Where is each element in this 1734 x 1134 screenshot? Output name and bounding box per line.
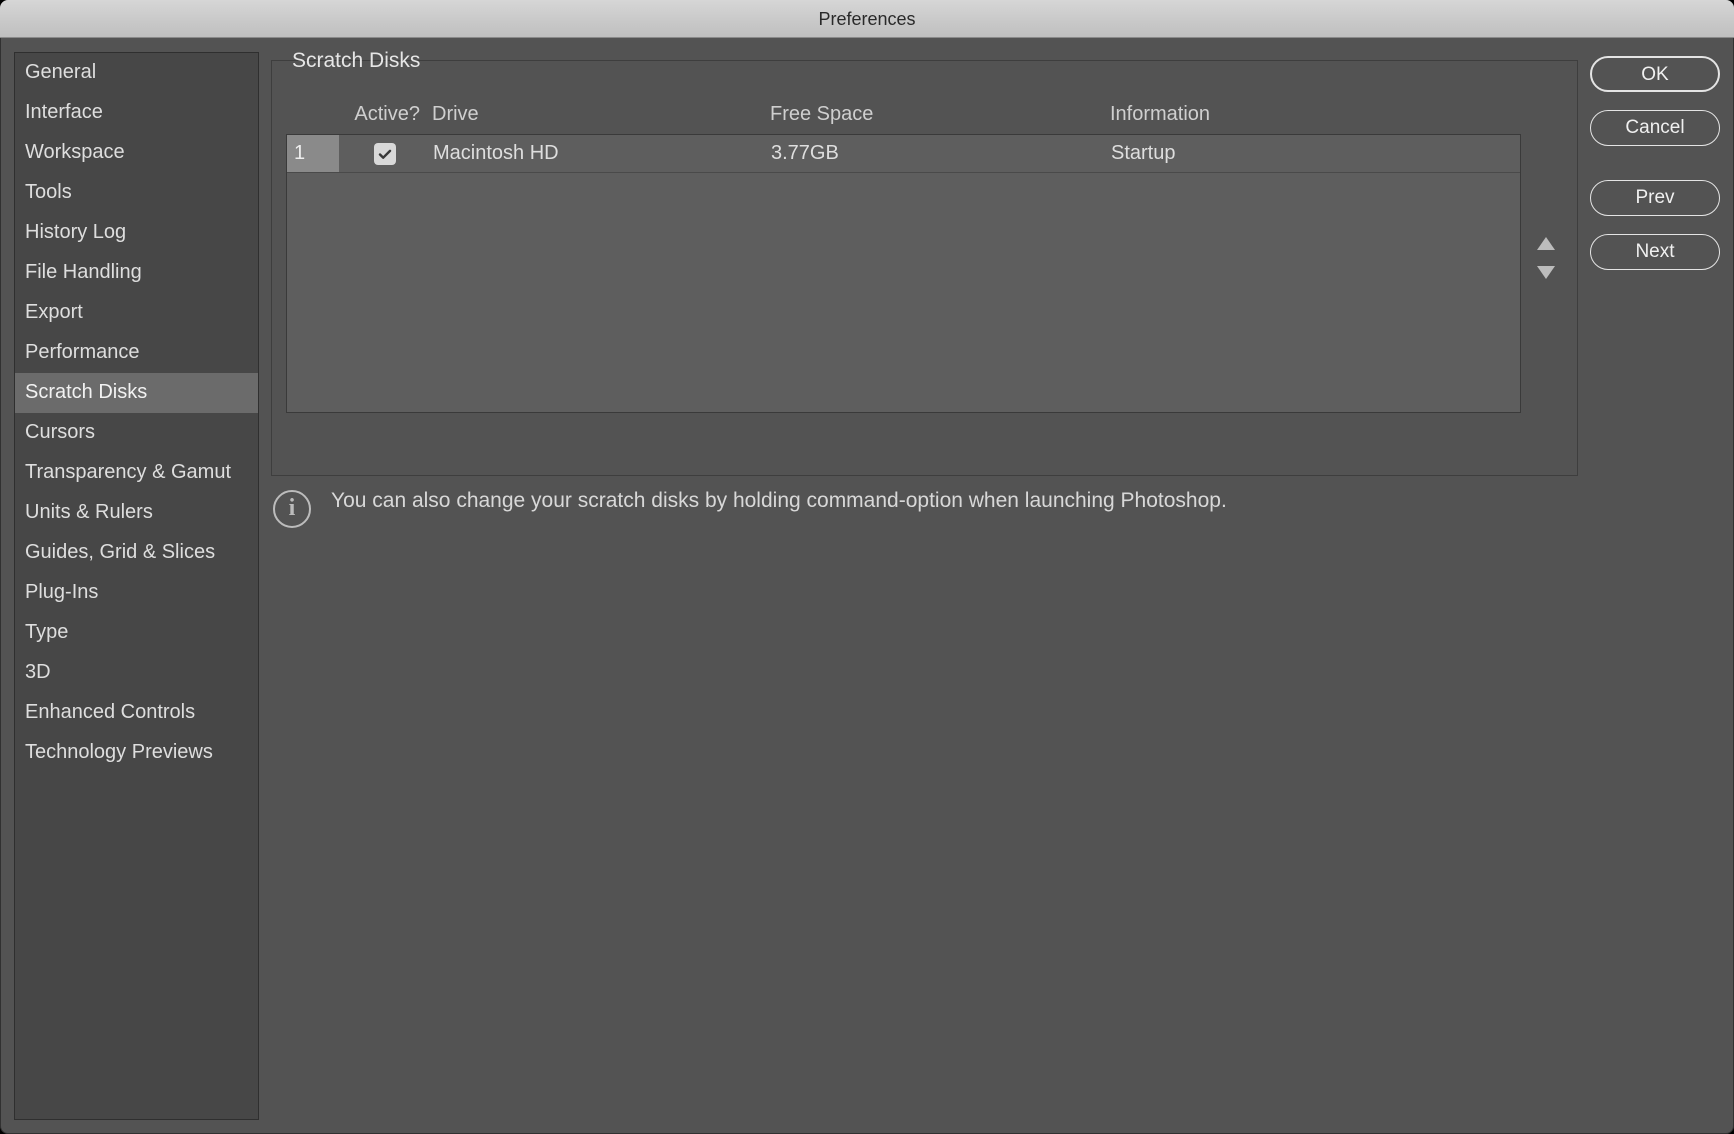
group-title: Scratch Disks	[286, 49, 426, 73]
prev-button[interactable]: Prev	[1590, 180, 1720, 216]
disks-table: Active? Drive Free Space Information 1 Ma…	[286, 103, 1521, 413]
col-header-active: Active?	[338, 103, 430, 126]
sidebar-item-interface[interactable]: Interface	[15, 93, 258, 133]
cancel-button[interactable]: Cancel	[1590, 110, 1720, 146]
sidebar-item-type[interactable]: Type	[15, 613, 258, 653]
disks-table-wrap: Active? Drive Free Space Information 1 Ma…	[286, 103, 1563, 413]
row-active-cell	[339, 143, 431, 165]
sidebar-item-scratch-disks[interactable]: Scratch Disks	[15, 373, 258, 413]
move-up-icon[interactable]	[1537, 237, 1555, 250]
sidebar-item-general[interactable]: General	[15, 53, 258, 93]
sidebar-item-transparency-gamut[interactable]: Transparency & Gamut	[15, 453, 258, 493]
scratch-disks-group: Scratch Disks Active? Drive Free Space I…	[271, 60, 1578, 476]
row-number: 1	[287, 135, 339, 172]
hint-text: You can also change your scratch disks b…	[331, 486, 1227, 515]
sidebar-item-plug-ins[interactable]: Plug-Ins	[15, 573, 258, 613]
col-header-drive: Drive	[430, 103, 770, 126]
active-checkbox[interactable]	[374, 143, 396, 165]
table-header: Active? Drive Free Space Information	[286, 103, 1521, 134]
content-area: GeneralInterfaceWorkspaceToolsHistory Lo…	[0, 38, 1734, 1134]
dialog-buttons: OK Cancel Prev Next	[1590, 52, 1720, 1120]
sidebar-item-enhanced-controls[interactable]: Enhanced Controls	[15, 693, 258, 733]
next-button[interactable]: Next	[1590, 234, 1720, 270]
sidebar-item-file-handling[interactable]: File Handling	[15, 253, 258, 293]
row-free-space: 3.77GB	[771, 142, 1111, 165]
sidebar-item-performance[interactable]: Performance	[15, 333, 258, 373]
col-header-num	[286, 103, 338, 126]
window-title: Preferences	[0, 0, 1734, 38]
info-icon: i	[273, 490, 311, 528]
reorder-arrows	[1529, 103, 1563, 413]
table-row[interactable]: 1 Macintosh HD3.77GBStartup	[287, 135, 1520, 173]
category-sidebar: GeneralInterfaceWorkspaceToolsHistory Lo…	[14, 52, 259, 1120]
row-information: Startup	[1111, 142, 1520, 165]
ok-button[interactable]: OK	[1590, 56, 1720, 92]
main-panel: Scratch Disks Active? Drive Free Space I…	[271, 52, 1578, 1120]
sidebar-item-3d[interactable]: 3D	[15, 653, 258, 693]
table-body: 1 Macintosh HD3.77GBStartup	[286, 134, 1521, 413]
move-down-icon[interactable]	[1537, 266, 1555, 279]
preferences-window: Preferences GeneralInterfaceWorkspaceToo…	[0, 0, 1734, 1134]
sidebar-item-cursors[interactable]: Cursors	[15, 413, 258, 453]
hint-row: i You can also change your scratch disks…	[271, 486, 1578, 528]
col-header-info: Information	[1110, 103, 1521, 126]
sidebar-item-workspace[interactable]: Workspace	[15, 133, 258, 173]
sidebar-item-export[interactable]: Export	[15, 293, 258, 333]
sidebar-item-units-rulers[interactable]: Units & Rulers	[15, 493, 258, 533]
col-header-free: Free Space	[770, 103, 1110, 126]
row-drive: Macintosh HD	[431, 142, 771, 165]
sidebar-item-history-log[interactable]: History Log	[15, 213, 258, 253]
sidebar-item-tools[interactable]: Tools	[15, 173, 258, 213]
sidebar-item-guides-grid-slices[interactable]: Guides, Grid & Slices	[15, 533, 258, 573]
sidebar-item-technology-previews[interactable]: Technology Previews	[15, 733, 258, 773]
